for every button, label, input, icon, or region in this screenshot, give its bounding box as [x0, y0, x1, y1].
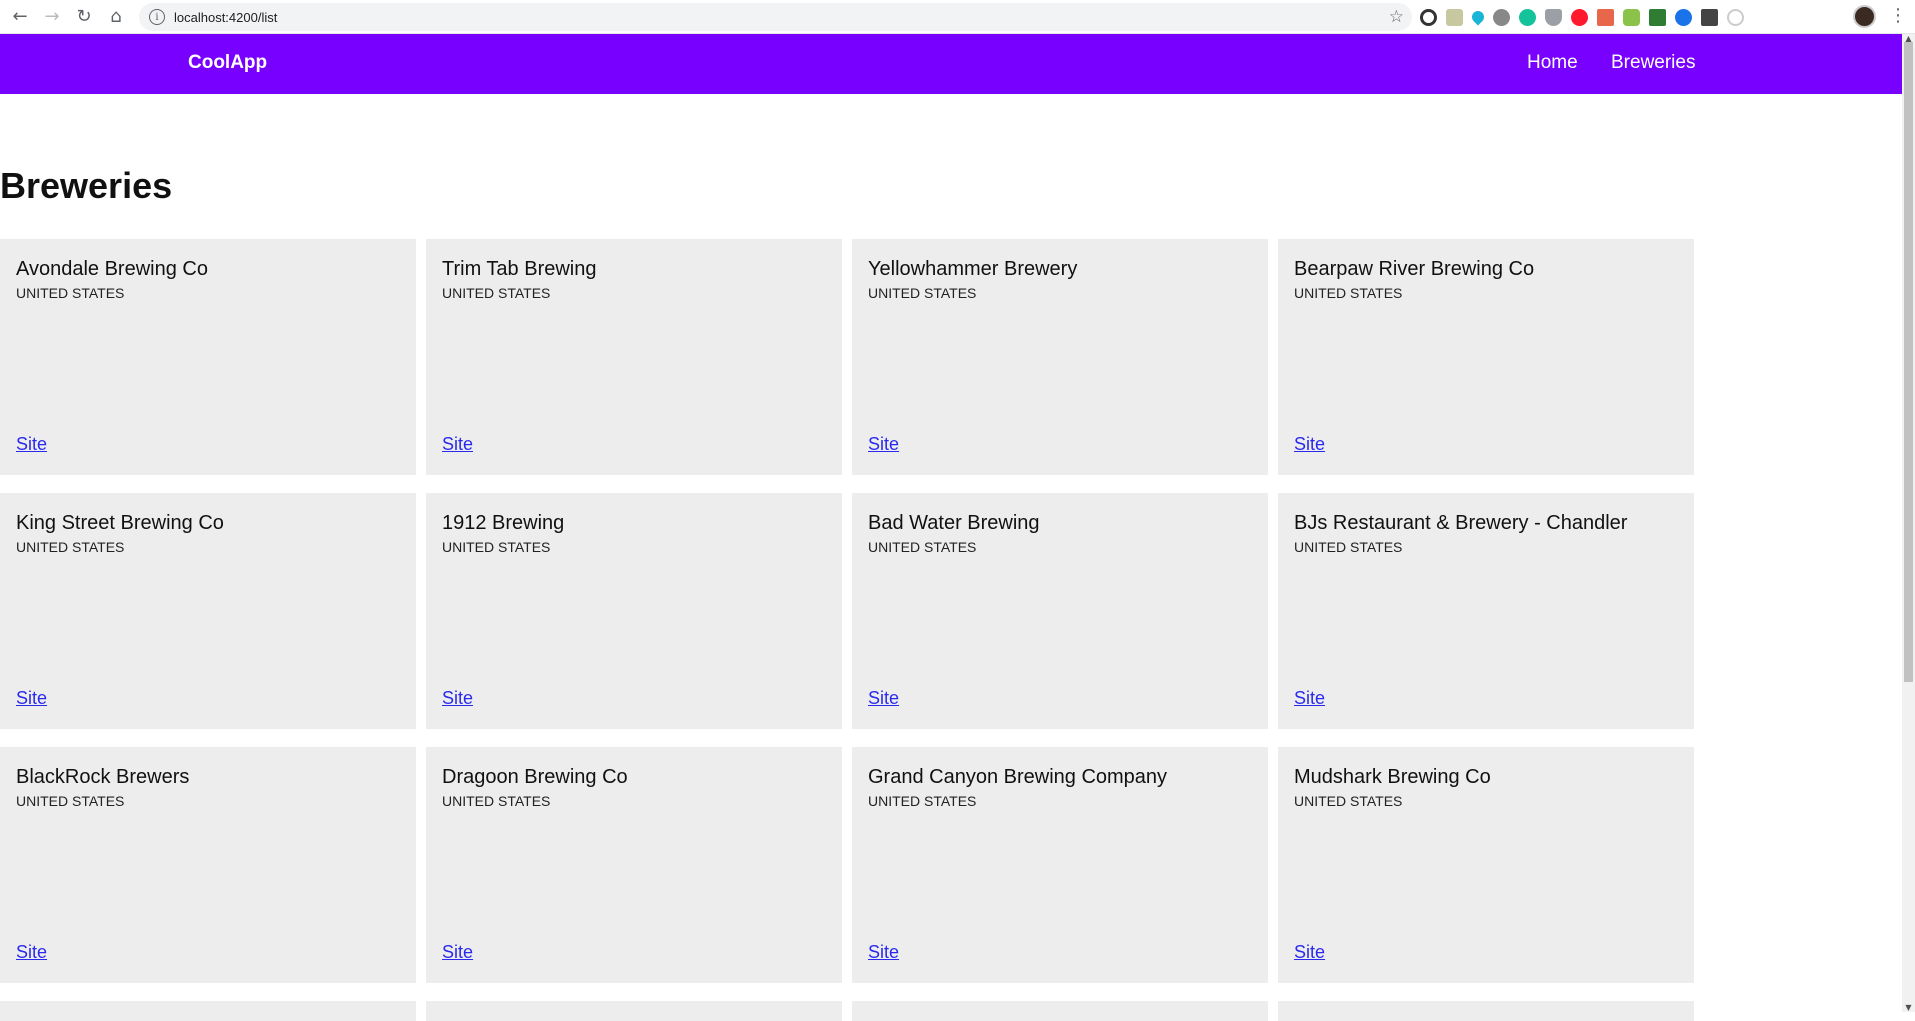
brewery-card: Trim Tab Brewing UNITED STATES Site [426, 239, 842, 475]
extensions-area [1420, 0, 1744, 34]
brewery-card: Yellowhammer Brewery UNITED STATES Site [852, 239, 1268, 475]
brewery-site-link[interactable]: Site [1294, 434, 1325, 455]
brewery-card: King Street Brewing Co UNITED STATES Sit… [0, 493, 416, 729]
brewery-name: Yellowhammer Brewery [868, 258, 1078, 280]
brewery-name: BJs Restaurant & Brewery - Chandler [1294, 512, 1628, 534]
opera-extension-icon[interactable] [1571, 8, 1588, 26]
page-extension-icon[interactable] [1597, 8, 1614, 26]
brewery-site-link[interactable]: Site [442, 688, 473, 709]
brewery-country: UNITED STATES [868, 285, 977, 301]
brewery-card-partial [1278, 1001, 1694, 1021]
box-extension-icon[interactable] [1701, 8, 1718, 26]
nav-link-breweries[interactable]: Breweries [1611, 52, 1695, 74]
brewery-name: Trim Tab Brewing [442, 258, 597, 280]
brewery-name: Avondale Brewing Co [16, 258, 208, 280]
brewery-site-link[interactable]: Site [16, 434, 47, 455]
site-info-icon[interactable]: i [149, 9, 165, 25]
brewery-country: UNITED STATES [1294, 793, 1403, 809]
brand-logo[interactable]: CoolApp [188, 52, 267, 74]
brewery-card: Mudshark Brewing Co UNITED STATES Site [1278, 747, 1694, 983]
record-extension-icon[interactable] [1420, 8, 1437, 26]
app-navbar: CoolApp Home Breweries [0, 34, 1902, 94]
brewery-site-link[interactable]: Site [442, 434, 473, 455]
browser-toolbar: ← → ↻ ⌂ i localhost:4200/list ☆ ⋮ [0, 0, 1915, 34]
brewery-card: BlackRock Brewers UNITED STATES Site [0, 747, 416, 983]
forward-arrow-icon[interactable]: → [36, 0, 68, 34]
brewery-country: UNITED STATES [16, 793, 125, 809]
brewery-card: BJs Restaurant & Brewery - Chandler UNIT… [1278, 493, 1694, 729]
brewery-name: Bad Water Brewing [868, 512, 1040, 534]
url-text[interactable]: localhost:4200/list [174, 10, 277, 25]
brewery-country: UNITED STATES [442, 793, 551, 809]
brewery-card-partial [852, 1001, 1268, 1021]
brewery-card: 1912 Brewing UNITED STATES Site [426, 493, 842, 729]
b-extension-icon[interactable] [1649, 8, 1666, 26]
hex-extension-icon[interactable] [1623, 8, 1640, 26]
back-arrow-icon[interactable]: ← [4, 0, 36, 34]
eyedropper-extension-icon[interactable] [1446, 8, 1463, 26]
brewery-card: Grand Canyon Brewing Company UNITED STAT… [852, 747, 1268, 983]
brewery-card-partial [426, 1001, 842, 1021]
brewery-name: King Street Brewing Co [16, 512, 224, 534]
brewery-site-link[interactable]: Site [442, 942, 473, 963]
brewery-card: Avondale Brewing Co UNITED STATES Site [0, 239, 416, 475]
brewery-card-partial [0, 1001, 416, 1021]
brewery-site-link[interactable]: Site [868, 942, 899, 963]
brewery-country: UNITED STATES [1294, 539, 1403, 555]
nav-link-home[interactable]: Home [1527, 52, 1578, 74]
reload-icon[interactable]: ↻ [68, 0, 100, 34]
brewery-name: 1912 Brewing [442, 512, 565, 534]
brewery-card: Bad Water Brewing UNITED STATES Site [852, 493, 1268, 729]
drop-extension-icon[interactable] [1469, 8, 1487, 26]
brewery-country: UNITED STATES [868, 793, 977, 809]
page-title: Breweries [0, 165, 173, 206]
brewery-card: Dragoon Brewing Co UNITED STATES Site [426, 747, 842, 983]
brewery-site-link[interactable]: Site [16, 688, 47, 709]
brewery-country: UNITED STATES [868, 539, 977, 555]
address-bar[interactable]: i localhost:4200/list ☆ [139, 3, 1412, 31]
brewery-name: Dragoon Brewing Co [442, 766, 628, 788]
home-icon[interactable]: ⌂ [100, 0, 132, 34]
shield-extension-icon[interactable] [1545, 8, 1562, 26]
clock-extension-icon[interactable] [1727, 8, 1744, 26]
blue-circle-extension-icon[interactable] [1675, 8, 1692, 26]
grammarly-extension-icon[interactable] [1519, 8, 1536, 26]
brewery-name: Mudshark Brewing Co [1294, 766, 1491, 788]
brewery-site-link[interactable]: Site [1294, 942, 1325, 963]
brewery-country: UNITED STATES [1294, 285, 1403, 301]
gear-extension-icon[interactable] [1493, 8, 1510, 26]
brewery-site-link[interactable]: Site [1294, 688, 1325, 709]
brewery-card: Bearpaw River Brewing Co UNITED STATES S… [1278, 239, 1694, 475]
profile-avatar[interactable] [1853, 5, 1876, 28]
brewery-country: UNITED STATES [442, 539, 551, 555]
bookmark-star-icon[interactable]: ☆ [1389, 7, 1404, 27]
brewery-country: UNITED STATES [16, 539, 125, 555]
brewery-site-link[interactable]: Site [16, 942, 47, 963]
brewery-site-link[interactable]: Site [868, 434, 899, 455]
brewery-grid: Avondale Brewing Co UNITED STATES Site T… [0, 239, 1695, 1021]
page-scrollbar[interactable]: ▲ ▼ [1902, 34, 1915, 1012]
browser-menu-icon[interactable]: ⋮ [1889, 5, 1907, 26]
scrollbar-thumb[interactable] [1904, 42, 1913, 682]
brewery-country: UNITED STATES [442, 285, 551, 301]
brewery-country: UNITED STATES [16, 285, 125, 301]
brewery-name: Bearpaw River Brewing Co [1294, 258, 1535, 280]
brewery-name: Grand Canyon Brewing Company [868, 766, 1168, 788]
scroll-down-arrow-icon[interactable]: ▼ [1904, 1003, 1913, 1012]
brewery-site-link[interactable]: Site [868, 688, 899, 709]
brewery-name: BlackRock Brewers [16, 766, 190, 788]
